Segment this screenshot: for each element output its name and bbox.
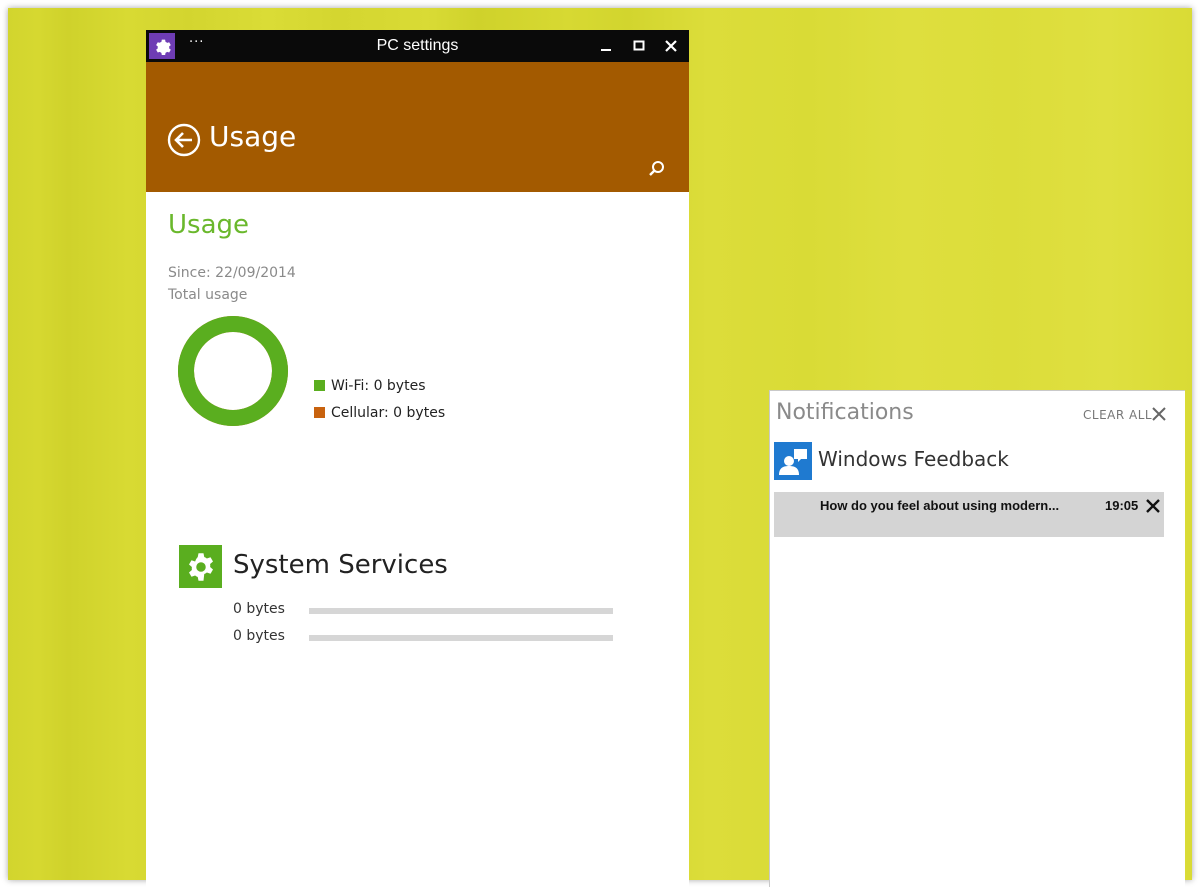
notifications-panel: Notifications CLEAR ALL Windows Feedback… [769,390,1185,887]
system-services-icon [179,545,222,588]
usage-legend: Wi-Fi: 0 bytes Cellular: 0 bytes [314,372,445,426]
maximize-button[interactable] [623,30,655,62]
close-button[interactable] [655,30,687,62]
clear-all-close-button[interactable] [1151,406,1167,422]
legend-label: Wi-Fi: 0 bytes [331,377,426,394]
legend-item-wifi: Wi-Fi: 0 bytes [314,372,445,399]
service-usage-value: 0 bytes [233,601,285,617]
total-usage-label: Total usage [168,287,248,303]
page-header: Usage [146,62,689,192]
back-arrow-icon [167,123,201,157]
maximize-icon [633,40,645,51]
usage-donut-chart [178,316,288,426]
page-title: Usage [209,120,297,153]
minimize-button[interactable] [590,30,622,62]
gear-icon [188,552,213,581]
close-icon [1152,407,1166,421]
notification-app-name: Windows Feedback [818,447,1009,471]
service-usage-bar [309,608,613,614]
notifications-title: Notifications [776,400,914,425]
notification-time: 19:05 [1105,498,1139,513]
notification-item[interactable]: How do you feel about using modern... 19… [774,492,1164,537]
usage-section-title: Usage [168,210,250,240]
cellular-swatch [314,407,325,418]
legend-label: Cellular: 0 bytes [331,404,446,421]
dismiss-notification-button[interactable] [1144,497,1162,515]
service-usage-value: 0 bytes [233,628,285,644]
search-icon [649,161,664,176]
pc-settings-window: ··· PC settings Usage Usage Since: 22/09… [146,30,689,887]
service-usage-bar [309,635,613,641]
wifi-swatch [314,380,325,391]
clear-all-button[interactable]: CLEAR ALL [1083,408,1152,422]
minimize-icon [601,49,611,51]
notification-text: How do you feel about using modern... [820,498,1060,513]
title-bar: ··· PC settings [146,30,689,62]
close-icon [1146,499,1160,513]
back-button[interactable] [167,123,201,157]
legend-item-cellular: Cellular: 0 bytes [314,399,445,426]
search-button[interactable] [646,158,668,180]
donut-wifi-arc [178,316,288,426]
feedback-person-icon [779,449,807,475]
system-services-title: System Services [233,550,448,580]
since-date: Since: 22/09/2014 [168,265,296,281]
windows-feedback-icon [774,442,812,480]
close-icon [665,40,677,52]
